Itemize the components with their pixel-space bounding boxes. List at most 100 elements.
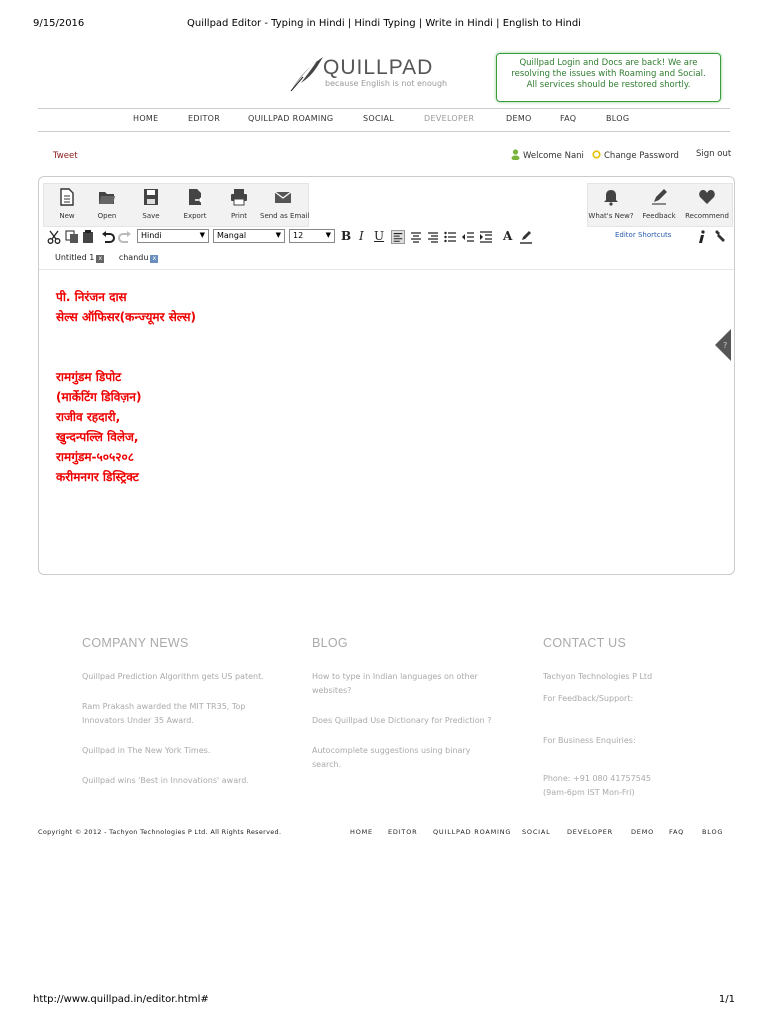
blank-space	[56, 327, 196, 367]
sign-out-link[interactable]: Sign out	[696, 149, 731, 159]
footer-nav-developer[interactable]: DEVELOPER	[567, 828, 613, 836]
pen-icon	[652, 189, 667, 205]
footer-nav-editor[interactable]: EDITOR	[388, 828, 417, 836]
help-side-tab[interactable]: ?	[713, 329, 731, 361]
tab-chandu[interactable]: chandu x	[119, 253, 159, 263]
news-item[interactable]: Quillpad in The New York Times.	[82, 744, 282, 758]
news-item[interactable]: Quillpad Prediction Algorithm gets US pa…	[82, 670, 282, 684]
print-title: Quillpad Editor - Typing in Hindi | Hind…	[187, 18, 581, 29]
footer-nav-social[interactable]: SOCIAL	[522, 828, 551, 836]
user-icon	[511, 149, 520, 160]
text-line: राजीव रहदारी,	[56, 410, 121, 424]
italic-button[interactable]: I	[359, 229, 364, 243]
copyright: Copyright © 2012 - Tachyon Technologies …	[38, 828, 282, 836]
blog-item[interactable]: How to type in Indian languages on other…	[312, 670, 482, 698]
info-icon[interactable]	[695, 230, 709, 244]
nav-home[interactable]: HOME	[133, 114, 158, 123]
blog-item[interactable]: Does Quillpad Use Dictionary for Predict…	[312, 714, 492, 728]
nav-blog[interactable]: BLOG	[606, 114, 629, 123]
nav-social[interactable]: SOCIAL	[363, 114, 394, 123]
heart-icon	[699, 190, 715, 204]
align-right-icon[interactable]	[426, 230, 440, 244]
main-nav: HOME EDITOR QUILLPAD ROAMING SOCIAL DEVE…	[38, 108, 730, 132]
print-url: http://www.quillpad.in/editor.html#	[33, 994, 209, 1005]
text-line: (मार्केटिंग डिविज़न)	[56, 390, 142, 404]
recommend-button[interactable]: Recommend	[684, 184, 730, 226]
text-line: रामगुंडम डिपोट	[56, 370, 122, 384]
font-select[interactable]: Mangal ▼	[213, 229, 285, 243]
blog-heading: BLOG	[312, 636, 348, 650]
print-button[interactable]: Print	[216, 184, 262, 226]
font-size-select[interactable]: 12 ▼	[289, 229, 335, 243]
footer-nav-demo[interactable]: DEMO	[631, 828, 654, 836]
contact-phone: Phone: +91 080 41757545	[543, 774, 651, 783]
close-tab-icon[interactable]: x	[150, 255, 159, 263]
nav-developer[interactable]: DEVELOPER	[424, 114, 474, 123]
open-button[interactable]: Open	[84, 184, 130, 226]
highlight-pen-icon[interactable]	[519, 230, 533, 244]
contact-hours: (9am-6pm IST Mon-Fri)	[543, 788, 635, 797]
footer-nav-blog[interactable]: BLOG	[702, 828, 723, 836]
feedback-button[interactable]: Feedback	[636, 184, 682, 226]
export-button[interactable]: Export	[172, 184, 218, 226]
contact-feedback: For Feedback/Support:	[543, 694, 634, 703]
nav-demo[interactable]: DEMO	[506, 114, 532, 123]
export-icon	[189, 189, 203, 205]
change-password-text: Change Password	[604, 151, 679, 161]
indent-icon[interactable]	[479, 230, 493, 244]
editor-shortcuts-link[interactable]: Editor Shortcuts	[615, 231, 671, 239]
footer-nav-faq[interactable]: FAQ	[669, 828, 684, 836]
save-button[interactable]: Save	[128, 184, 174, 226]
nav-editor[interactable]: EDITOR	[188, 114, 220, 123]
text-line: रामगुंडम-५०५२०८	[56, 450, 134, 464]
underline-button[interactable]: U	[374, 229, 384, 243]
whats-new-button[interactable]: What's New?	[588, 184, 634, 226]
envelope-icon	[274, 191, 292, 203]
blog-section: BLOG How to type in Indian languages on …	[312, 636, 492, 788]
nav-quillpad-roaming[interactable]: QUILLPAD ROAMING	[248, 114, 333, 123]
cut-icon[interactable]	[47, 230, 61, 244]
bullet-list-icon[interactable]	[443, 230, 457, 244]
align-left-icon[interactable]	[391, 230, 405, 244]
folder-icon	[99, 192, 115, 204]
wrench-icon[interactable]	[713, 230, 727, 244]
blog-item[interactable]: Autocomplete suggestions using binary se…	[312, 744, 492, 772]
change-password-link[interactable]: Change Password	[592, 149, 679, 161]
svg-text:?: ?	[723, 341, 727, 350]
footer-nav-home[interactable]: HOME	[350, 828, 373, 836]
contact-heading: CONTACT US	[543, 636, 627, 650]
print-header: 9/15/2016 Quillpad Editor - Typing in Hi…	[33, 18, 735, 32]
outdent-icon[interactable]	[461, 230, 475, 244]
text-line: खुन्दन्पल्लि विलेज,	[56, 430, 139, 444]
editor-content[interactable]: पी. निरंजन दास सेल्स ऑफिसर(कन्ज्यूमर सेल…	[56, 287, 196, 487]
nav-faq[interactable]: FAQ	[560, 114, 576, 123]
send-as-email-button[interactable]: Send as Email	[260, 184, 309, 226]
editor-panel: New Open Save Export Print Send as Email…	[38, 176, 735, 575]
tab-untitled-1[interactable]: Untitled 1x	[55, 253, 105, 263]
tabs-divider	[39, 269, 734, 270]
contact-business: For Business Enquiries:	[543, 736, 636, 745]
align-center-icon[interactable]	[409, 230, 423, 244]
feather-icon	[290, 57, 323, 92]
file-toolbar: New Open Save Export Print Send as Email	[43, 183, 309, 227]
language-select[interactable]: Hindi ▼	[137, 229, 209, 243]
text-line: करीमनगर डिस्ट्रिक्ट	[56, 470, 139, 484]
news-item[interactable]: Quillpad wins 'Best in Innovations' awar…	[82, 774, 282, 788]
new-document-icon	[60, 188, 74, 206]
copy-icon[interactable]	[65, 230, 79, 244]
news-item[interactable]: Ram Prakash awarded the MIT TR35, Top In…	[82, 700, 262, 728]
bold-button[interactable]: B	[341, 229, 351, 243]
contact-company: Tachyon Technologies P Ltd	[543, 672, 653, 681]
welcome-text: Welcome Nani	[523, 151, 584, 161]
text-color-button[interactable]: A	[503, 229, 512, 243]
tweet-link[interactable]: Tweet	[53, 151, 78, 161]
refresh-icon	[592, 150, 601, 159]
redo-icon[interactable]	[118, 230, 132, 244]
close-tab-icon[interactable]: x	[96, 255, 105, 263]
undo-icon[interactable]	[101, 230, 115, 244]
printer-icon	[231, 189, 247, 206]
paste-icon[interactable]	[81, 230, 95, 244]
logo-tagline: because English is not enough	[325, 79, 448, 88]
quillpad-logo[interactable]: QUILLPAD because English is not enough	[287, 53, 457, 93]
footer-nav-quillpad-roaming[interactable]: QUILLPAD ROAMING	[433, 828, 511, 836]
